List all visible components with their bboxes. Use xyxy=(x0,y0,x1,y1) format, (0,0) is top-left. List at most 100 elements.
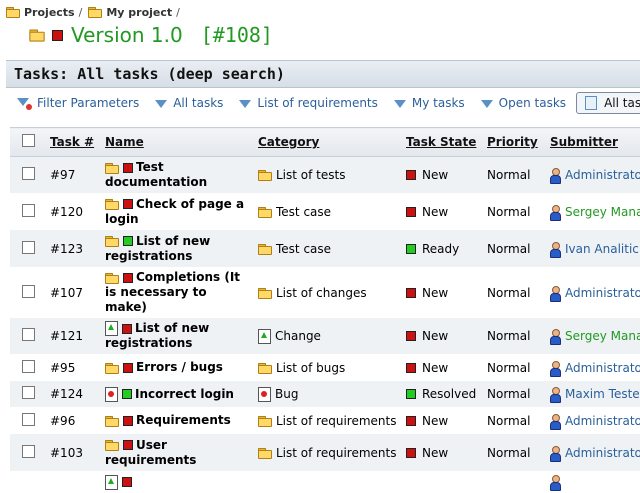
task-submitter[interactable]: Sergey Manager xyxy=(565,329,640,343)
task-name-cell[interactable]: Incorrect login xyxy=(99,381,252,407)
breadcrumb-label[interactable]: Projects xyxy=(24,6,75,19)
header-priority[interactable]: Priority xyxy=(481,128,544,157)
header-name[interactable]: Name xyxy=(99,128,252,157)
task-name-cell[interactable]: Requirements xyxy=(99,407,252,434)
task-submitter-cell[interactable]: Sergey Manager xyxy=(544,318,640,354)
status-square-icon xyxy=(406,416,416,426)
filter-all-tasks[interactable]: All tasks xyxy=(155,96,223,110)
task-submitter-cell[interactable] xyxy=(544,471,640,493)
sort-category[interactable]: Category xyxy=(258,135,319,149)
header-task-state[interactable]: Task State xyxy=(400,128,481,157)
task-name-cell[interactable]: Errors / bugs xyxy=(99,354,252,381)
header-submitter[interactable]: Submitter xyxy=(544,128,640,157)
task-submitter-cell[interactable]: Ivan Analitic xyxy=(544,230,640,267)
task-submitter[interactable]: Administrator xyxy=(565,446,640,460)
task-submitter-cell[interactable]: Sergey Manager xyxy=(544,193,640,230)
table-row[interactable]: #121List of new registrationsChangeNewNo… xyxy=(10,318,640,354)
table-row[interactable]: #120Check of page a loginTest caseNewNor… xyxy=(10,193,640,230)
task-submitter[interactable]: Sergey Manager xyxy=(565,205,640,219)
task-name-cell[interactable] xyxy=(99,471,252,493)
header-select-all[interactable] xyxy=(10,128,44,157)
table-row[interactable]: #97Test documentationList of testsNewNor… xyxy=(10,157,640,194)
folder-icon xyxy=(258,170,272,180)
task-submitter[interactable]: Ivan Analitic xyxy=(565,242,639,256)
status-square-icon xyxy=(406,244,416,254)
sort-task-state[interactable]: Task State xyxy=(406,135,476,149)
table-row[interactable] xyxy=(10,471,640,493)
table-row[interactable]: #123List of new registrationsTest caseRe… xyxy=(10,230,640,267)
sort-priority[interactable]: Priority xyxy=(487,135,538,149)
table-row[interactable]: #96RequirementsList of requirementsNewNo… xyxy=(10,407,640,434)
task-number[interactable]: #121 xyxy=(44,318,99,354)
task-number[interactable] xyxy=(44,471,99,493)
filter-list-of-requirements[interactable]: List of requirements xyxy=(239,96,377,110)
row-checkbox[interactable] xyxy=(22,413,35,426)
filter-open-tasks[interactable]: Open tasks xyxy=(481,96,566,110)
task-state: Ready xyxy=(422,242,459,256)
task-number[interactable]: #97 xyxy=(44,157,99,194)
table-row[interactable]: #103User requirementsList of requirement… xyxy=(10,434,640,471)
task-number[interactable]: #120 xyxy=(44,193,99,230)
task-name-link[interactable]: List of new registrations xyxy=(105,321,209,350)
row-checkbox[interactable] xyxy=(22,204,35,217)
row-select-cell xyxy=(10,230,44,267)
row-checkbox[interactable] xyxy=(22,445,35,458)
header-task-num[interactable]: Task # xyxy=(44,128,99,157)
row-select-cell xyxy=(10,434,44,471)
breadcrumb-my-project[interactable]: My project xyxy=(88,6,172,19)
task-submitter[interactable]: Administrator xyxy=(565,168,640,182)
row-checkbox[interactable] xyxy=(22,285,35,298)
task-number[interactable]: #123 xyxy=(44,230,99,267)
task-name-link[interactable]: Test documentation xyxy=(105,160,207,189)
task-name-cell[interactable]: List of new registrations xyxy=(99,230,252,267)
task-submitter-cell[interactable]: Administrator xyxy=(544,354,640,381)
status-square-icon xyxy=(406,448,416,458)
row-select-cell xyxy=(10,193,44,230)
header-category[interactable]: Category xyxy=(252,128,400,157)
task-submitter-cell[interactable]: Administrator xyxy=(544,434,640,471)
row-checkbox[interactable] xyxy=(22,167,35,180)
row-checkbox[interactable] xyxy=(22,360,35,373)
task-submitter[interactable]: Administrator xyxy=(565,361,640,375)
task-name-link[interactable]: List of new registrations xyxy=(105,234,210,263)
task-submitter-cell[interactable]: Administrator xyxy=(544,407,640,434)
task-name-cell[interactable]: Test documentation xyxy=(99,157,252,194)
task-number[interactable]: #124 xyxy=(44,381,99,407)
task-name-cell[interactable]: Completions (It is necessary to make) xyxy=(99,267,252,318)
task-number[interactable]: #107 xyxy=(44,267,99,318)
task-category-cell: List of bugs xyxy=(252,354,400,381)
row-checkbox[interactable] xyxy=(22,241,35,254)
task-name-cell[interactable]: Check of page a login xyxy=(99,193,252,230)
table-row[interactable]: #95Errors / bugsList of bugsNewNormalAdm… xyxy=(10,354,640,381)
task-submitter[interactable]: Administrator xyxy=(565,414,640,428)
sort-name[interactable]: Name xyxy=(105,135,144,149)
task-priority xyxy=(481,471,544,493)
task-number[interactable]: #95 xyxy=(44,354,99,381)
select-all-checkbox[interactable] xyxy=(22,134,35,147)
filter-parameters-button[interactable]: Filter Parameters xyxy=(16,96,139,110)
task-number[interactable]: #96 xyxy=(44,407,99,434)
sort-submitter[interactable]: Submitter xyxy=(550,135,618,149)
table-row[interactable]: #124Incorrect loginBugResolvedNormalMaxi… xyxy=(10,381,640,407)
task-name-link[interactable]: Errors / bugs xyxy=(136,360,223,374)
row-checkbox[interactable] xyxy=(22,386,35,399)
breadcrumb-projects[interactable]: Projects xyxy=(6,6,75,19)
task-submitter-cell[interactable]: Maxim Tester xyxy=(544,381,640,407)
task-name-link[interactable]: Incorrect login xyxy=(135,387,234,401)
table-row[interactable]: #107Completions (It is necessary to make… xyxy=(10,267,640,318)
task-submitter-cell[interactable]: Administrator xyxy=(544,157,640,194)
task-submitter[interactable]: Maxim Tester xyxy=(565,387,640,401)
task-state-cell: New xyxy=(400,318,481,354)
filter-my-tasks[interactable]: My tasks xyxy=(394,96,465,110)
task-name-cell[interactable]: List of new registrations xyxy=(99,318,252,354)
row-checkbox[interactable] xyxy=(22,328,35,341)
task-submitter[interactable]: Administrator xyxy=(565,286,640,300)
task-number[interactable]: #103 xyxy=(44,434,99,471)
sort-task-num[interactable]: Task # xyxy=(50,135,94,149)
task-name-link[interactable]: Requirements xyxy=(136,413,231,427)
task-submitter-cell[interactable]: Administrator xyxy=(544,267,640,318)
breadcrumb-label[interactable]: My project xyxy=(106,6,172,19)
folder-icon xyxy=(105,416,119,426)
task-name-cell[interactable]: User requirements xyxy=(99,434,252,471)
filter-all-tasks-deep-active[interactable]: All tasks ( xyxy=(576,92,640,114)
